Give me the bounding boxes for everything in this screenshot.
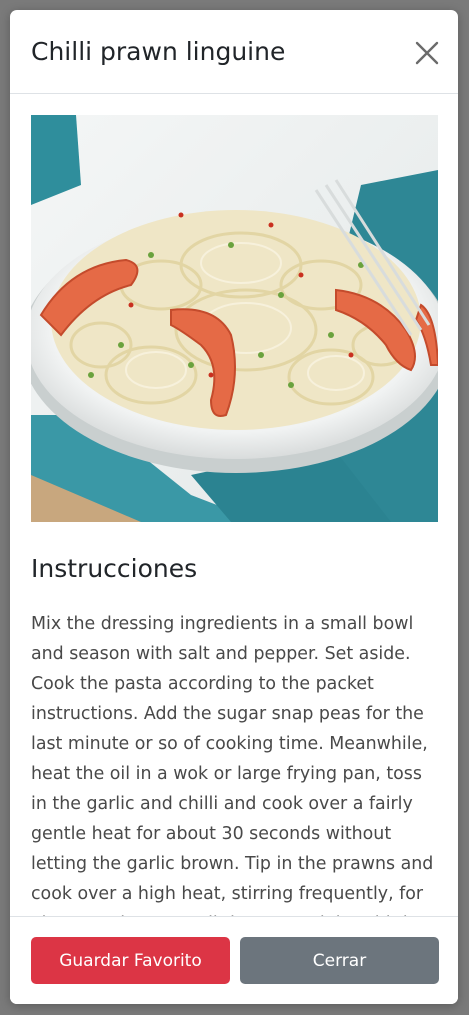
close-icon — [415, 41, 439, 65]
recipe-image — [31, 115, 438, 522]
instructions-heading: Instrucciones — [31, 554, 198, 583]
save-favorite-button[interactable]: Guardar Favorito — [31, 937, 230, 984]
modal-body: Instrucciones Mix the dressing ingredien… — [10, 95, 458, 916]
modal-title: Chilli prawn linguine — [31, 37, 286, 66]
recipe-modal: Chilli prawn linguine Instrucciones Mix … — [10, 10, 458, 1004]
modal-footer: Guardar Favorito Cerrar — [10, 916, 458, 1004]
instructions-text: Mix the dressing ingredients in a small … — [31, 614, 434, 916]
close-footer-button[interactable]: Cerrar — [240, 937, 439, 984]
modal-header: Chilli prawn linguine — [10, 10, 458, 94]
close-button[interactable] — [412, 38, 442, 68]
